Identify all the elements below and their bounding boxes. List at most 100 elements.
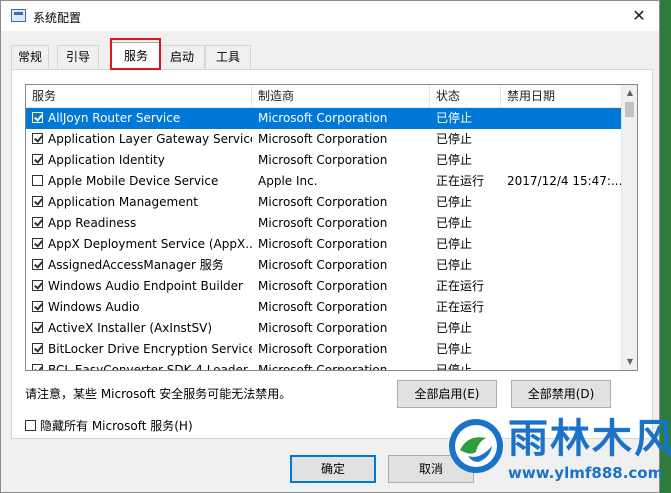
service-checkbox[interactable] [32, 280, 43, 291]
service-name: Application Management [48, 195, 198, 209]
service-status: 已停止 [436, 153, 473, 167]
service-manufacturer: Apple Inc. [258, 174, 318, 188]
service-manufacturer: Microsoft Corporation [258, 195, 388, 209]
hide-ms-label: 隐藏所有 Microsoft 服务(H) [40, 419, 193, 433]
service-checkbox[interactable] [32, 343, 43, 354]
service-name: AssignedAccessManager 服务 [48, 258, 224, 272]
service-status: 已停止 [436, 195, 473, 209]
service-status: 已停止 [436, 216, 473, 230]
table-row[interactable]: BCL EasyConverter SDK 4 Loader Microsoft … [26, 360, 622, 371]
hide-microsoft-services-checkbox[interactable]: 隐藏所有 Microsoft 服务(H) [25, 418, 193, 434]
service-checkbox[interactable] [32, 217, 43, 228]
service-disabled-date: 2017/12/4 15:47:... [507, 174, 621, 188]
service-disabled-date [507, 234, 621, 255]
service-status: 已停止 [436, 258, 473, 272]
service-manufacturer: Microsoft Corporation [258, 132, 388, 146]
service-checkbox[interactable] [32, 133, 43, 144]
service-status: 已停止 [436, 132, 473, 146]
service-checkbox[interactable] [32, 175, 43, 186]
service-manufacturer: Microsoft Corporation [258, 237, 388, 251]
service-checkbox[interactable] [32, 154, 43, 165]
service-disabled-date [507, 192, 621, 213]
tab-startup[interactable]: 启动 [159, 45, 205, 68]
service-disabled-date [507, 129, 621, 150]
service-name: Application Identity [48, 153, 165, 167]
ylmf-logo-icon [449, 419, 503, 473]
scroll-up-arrow-icon[interactable]: ▲ [622, 85, 637, 101]
column-header-disabled-date[interactable]: 禁用日期 [501, 85, 622, 107]
service-checkbox[interactable] [32, 259, 43, 270]
services-list[interactable]: 服务 制造商 状态 禁用日期 AllJoyn Router Service Mic… [25, 84, 638, 371]
tab-tools[interactable]: 工具 [205, 45, 251, 68]
column-header-status[interactable]: 状态 [430, 85, 501, 107]
service-status: 正在运行 [436, 300, 485, 314]
service-status: 已停止 [436, 111, 473, 125]
security-note: 请注意，某些 Microsoft 安全服务可能无法禁用。 [25, 387, 292, 401]
service-name: Application Layer Gateway Service [48, 132, 252, 146]
services-tab-highlight-box [110, 38, 161, 70]
service-name: AllJoyn Router Service [48, 111, 181, 125]
service-manufacturer: Microsoft Corporation [258, 342, 388, 356]
service-manufacturer: Microsoft Corporation [258, 279, 388, 293]
watermark-title: 雨林木风 [508, 416, 671, 462]
table-row[interactable]: Application Layer Gateway Service Microso… [26, 129, 622, 150]
service-disabled-date [507, 150, 621, 171]
scroll-down-arrow-icon[interactable]: ▼ [622, 354, 637, 370]
ok-button[interactable]: 确定 [290, 455, 376, 483]
service-name: ActiveX Installer (AxInstSV) [48, 321, 213, 335]
close-button[interactable]: ✕ [619, 1, 659, 31]
service-checkbox[interactable] [32, 322, 43, 333]
table-row[interactable]: AssignedAccessManager 服务 Microsoft Corpor… [26, 255, 622, 276]
hide-ms-checkbox-box[interactable] [25, 420, 36, 431]
tab-general[interactable]: 常规 [11, 45, 49, 68]
service-checkbox[interactable] [32, 238, 43, 249]
service-name: Apple Mobile Device Service [48, 174, 219, 188]
service-name: Windows Audio [48, 300, 140, 314]
table-row[interactable]: BitLocker Drive Encryption Service Micros… [26, 339, 622, 360]
service-name: Windows Audio Endpoint Builder [48, 279, 243, 293]
service-status: 已停止 [436, 237, 473, 251]
watermark: 雨林木风 www.ylmf888.com [446, 410, 671, 490]
title-bar[interactable]: 系统配置 ✕ [1, 1, 659, 31]
service-status: 正在运行 [436, 174, 485, 188]
tab-boot[interactable]: 引导 [57, 45, 99, 68]
service-rows: AllJoyn Router Service Microsoft Corporat… [26, 108, 622, 371]
table-row[interactable]: Application Identity Microsoft Corporatio… [26, 150, 622, 171]
service-name: AppX Deployment Service (AppX... [48, 237, 252, 251]
enable-all-button[interactable]: 全部启用(E) [397, 380, 497, 408]
service-manufacturer: Microsoft Corporation [258, 363, 388, 371]
vertical-scrollbar[interactable]: ▲ ▼ [621, 85, 637, 370]
table-row[interactable]: Application Management Microsoft Corporat… [26, 192, 622, 213]
service-manufacturer: Microsoft Corporation [258, 111, 388, 125]
service-checkbox[interactable] [32, 301, 43, 312]
table-row[interactable]: Apple Mobile Device Service Apple Inc. 正在运… [26, 171, 622, 192]
service-checkbox[interactable] [32, 196, 43, 207]
service-disabled-date [507, 276, 621, 297]
service-manufacturer: Microsoft Corporation [258, 321, 388, 335]
window-title: 系统配置 [33, 11, 82, 25]
service-manufacturer: Microsoft Corporation [258, 153, 388, 167]
table-row[interactable]: AllJoyn Router Service Microsoft Corporat… [26, 108, 622, 129]
column-header-manufacturer[interactable]: 制造商 [252, 85, 430, 107]
table-row[interactable]: AppX Deployment Service (AppX... Microsof… [26, 234, 622, 255]
service-status: 已停止 [436, 342, 473, 356]
service-disabled-date [507, 297, 621, 318]
service-status: 已停止 [436, 321, 473, 335]
service-status: 已停止 [436, 363, 473, 371]
scroll-thumb[interactable] [625, 102, 634, 117]
table-row[interactable]: App Readiness Microsoft Corporation 已停止 [26, 213, 622, 234]
column-header-service[interactable]: 服务 [26, 85, 252, 107]
service-name: BCL EasyConverter SDK 4 Loader [48, 363, 248, 371]
table-row[interactable]: ActiveX Installer (AxInstSV) Microsoft Co… [26, 318, 622, 339]
service-manufacturer: Microsoft Corporation [258, 258, 388, 272]
table-row[interactable]: Windows Audio Endpoint Builder Microsoft … [26, 276, 622, 297]
service-name: App Readiness [48, 216, 137, 230]
table-row[interactable]: Windows Audio Microsoft Corporation 正在运行 [26, 297, 622, 318]
service-checkbox[interactable] [32, 364, 43, 370]
disable-all-button[interactable]: 全部禁用(D) [511, 380, 611, 408]
list-header: 服务 制造商 状态 禁用日期 [26, 85, 622, 108]
watermark-url: www.ylmf888.com [508, 464, 664, 482]
service-checkbox[interactable] [32, 112, 43, 123]
service-status: 正在运行 [436, 279, 485, 293]
service-manufacturer: Microsoft Corporation [258, 300, 388, 314]
